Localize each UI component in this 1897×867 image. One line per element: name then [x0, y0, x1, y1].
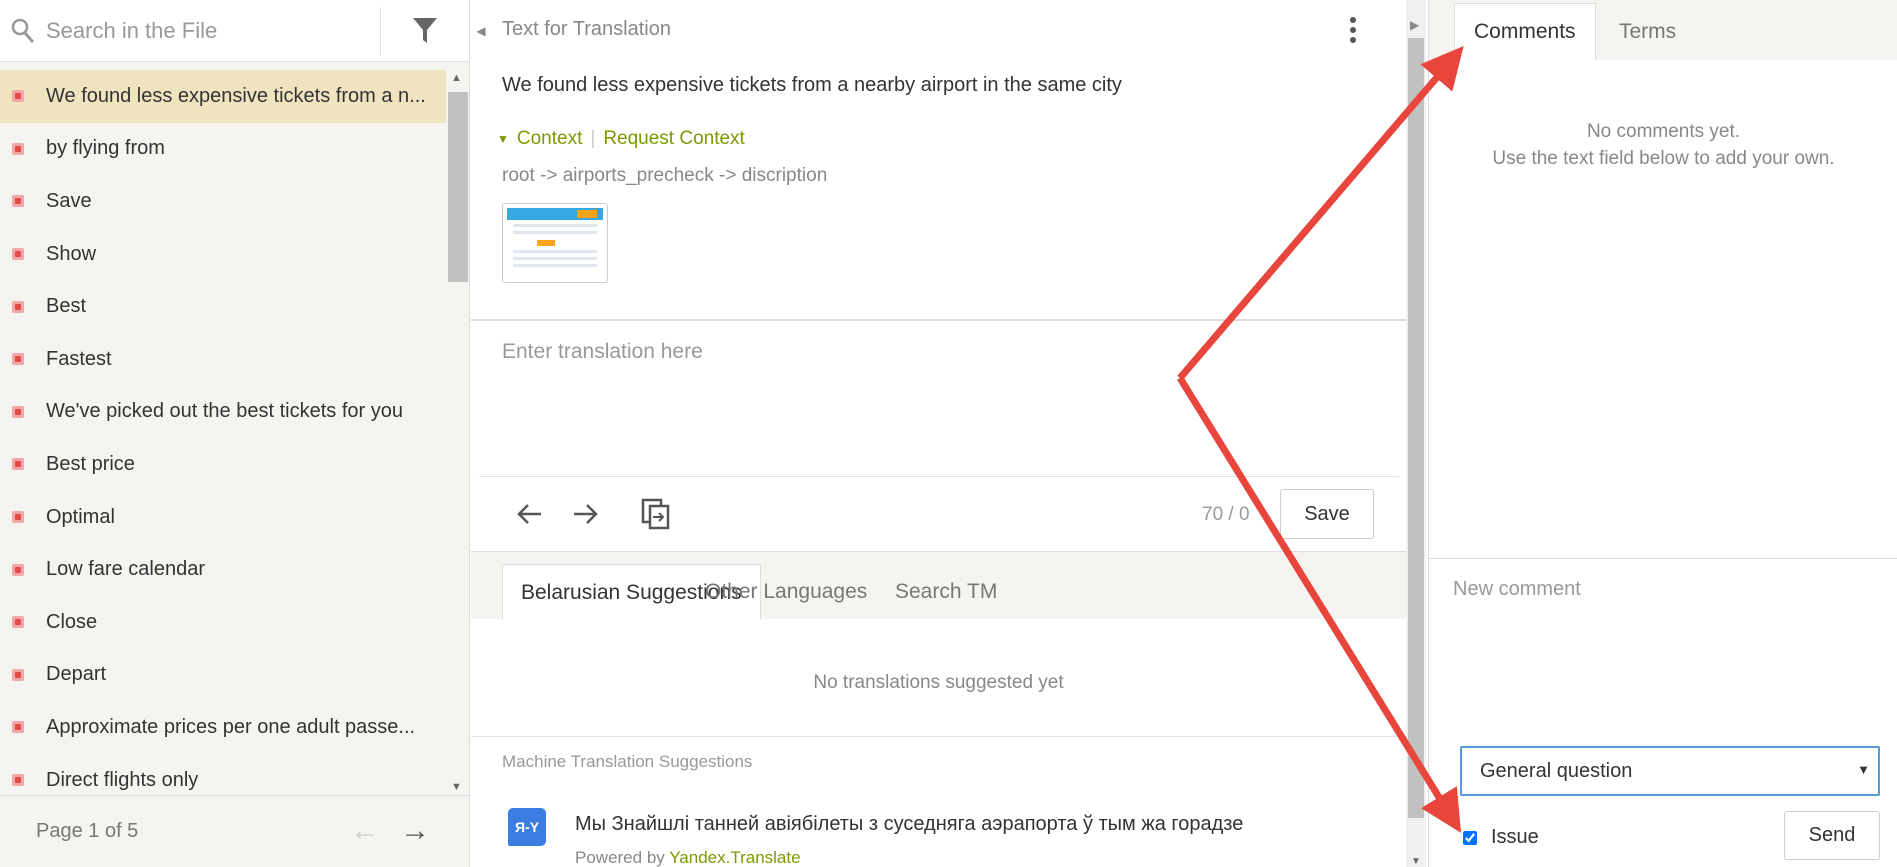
previous-string-button[interactable] — [513, 497, 547, 531]
editor-scrollbar[interactable]: ▶ ▼ — [1406, 0, 1426, 867]
next-page-button[interactable]: → — [400, 816, 430, 846]
filter-icon — [413, 17, 437, 43]
tab-terms[interactable]: Terms — [1600, 3, 1695, 60]
send-button[interactable]: Send — [1784, 811, 1880, 860]
tab-other-languages[interactable]: Other Languages — [687, 564, 885, 620]
dropdown-caret-icon: ▼ — [1857, 762, 1870, 777]
scrollbar-thumb[interactable] — [1408, 38, 1424, 818]
scrollbar-thumb[interactable] — [448, 92, 468, 282]
scroll-up-icon[interactable]: ▲ — [451, 72, 462, 84]
comments-panel: Comments Terms No comments yet. Use the … — [1428, 0, 1897, 867]
untranslated-status-icon — [12, 511, 24, 524]
comment-type-select[interactable]: General question ▼ — [1460, 746, 1880, 796]
string-list: We found less expensive tickets from a n… — [0, 70, 446, 795]
untranslated-status-icon — [12, 248, 24, 261]
mt-powered-by: Powered by Yandex.Translate — [575, 848, 801, 867]
comment-type-value: General question — [1480, 759, 1633, 782]
issue-checkbox[interactable] — [1463, 830, 1477, 845]
context-row: ▼ Context | Request Context — [497, 128, 745, 150]
untranslated-status-icon — [12, 353, 24, 366]
scroll-down-icon[interactable]: ▼ — [451, 781, 462, 793]
context-path: root -> airports_precheck -> discription — [502, 165, 828, 186]
issue-checkbox-row[interactable]: Issue — [1463, 826, 1539, 849]
mt-suggestion-text[interactable]: Мы Знайшлі танней авіябілеты з суседняга… — [575, 813, 1243, 836]
issue-label: Issue — [1491, 826, 1539, 848]
list-item[interactable]: Fastest — [0, 333, 446, 386]
separator: | — [590, 128, 596, 149]
untranslated-status-icon — [12, 563, 24, 576]
divider — [1429, 558, 1897, 559]
translation-input[interactable] — [502, 340, 1362, 460]
untranslated-status-icon — [12, 721, 24, 734]
character-count: 70 / 0 — [1202, 504, 1250, 525]
context-toggle-link[interactable]: Context — [517, 128, 582, 150]
mt-section-label: Machine Translation Suggestions — [502, 752, 753, 771]
untranslated-status-icon — [12, 774, 24, 787]
divider — [471, 736, 1406, 737]
tab-comments[interactable]: Comments — [1454, 3, 1596, 60]
search-input[interactable] — [46, 10, 380, 51]
editor-panel: ◀ Text for Translation We found less exp… — [471, 0, 1426, 867]
more-options-icon[interactable] — [1343, 14, 1363, 48]
panel-title: Text for Translation — [502, 18, 671, 40]
list-item[interactable]: Approximate prices per one adult passe..… — [0, 701, 446, 754]
list-item[interactable]: Optimal — [0, 491, 446, 544]
page-indicator: Page 1 of 5 — [36, 820, 139, 842]
yandex-translate-icon: Я-Y — [508, 808, 546, 846]
list-item[interactable]: Close — [0, 596, 446, 649]
copy-source-button[interactable] — [639, 497, 673, 531]
untranslated-status-icon — [12, 668, 24, 681]
arrow-left-icon — [517, 504, 541, 524]
yandex-translate-link[interactable]: Yandex.Translate — [669, 848, 800, 867]
list-item[interactable]: by flying from — [0, 123, 446, 176]
untranslated-status-icon — [12, 300, 24, 313]
no-comments-hint: Use the text field below to add your own… — [1492, 148, 1835, 169]
context-screenshot-thumbnail[interactable] — [502, 203, 608, 283]
copy-source-icon — [641, 498, 670, 530]
untranslated-status-icon — [12, 405, 24, 418]
untranslated-status-icon — [12, 458, 24, 471]
save-button[interactable]: Save — [1280, 489, 1374, 539]
untranslated-status-icon — [12, 195, 24, 208]
list-item[interactable]: Low fare calendar — [0, 543, 446, 596]
list-item[interactable]: Save — [0, 175, 446, 228]
list-item[interactable]: Depart — [0, 649, 446, 702]
no-comments-line: No comments yet. — [1586, 121, 1741, 142]
list-scrollbar[interactable]: ▲ ▼ — [446, 70, 468, 795]
untranslated-status-icon — [12, 90, 24, 103]
powered-by-label: Powered by — [575, 848, 665, 867]
list-item[interactable]: Best — [0, 280, 446, 333]
list-item[interactable]: Direct flights only — [0, 754, 446, 795]
file-strings-panel: We found less expensive tickets from a n… — [0, 0, 470, 867]
source-text: We found less expensive tickets from a n… — [502, 74, 1122, 96]
request-context-link[interactable]: Request Context — [603, 128, 745, 150]
search-icon — [0, 0, 46, 62]
comments-tabs: Comments Terms — [1429, 0, 1897, 60]
next-string-button[interactable] — [568, 497, 602, 531]
untranslated-status-icon — [12, 142, 24, 155]
new-comment-input[interactable] — [1453, 578, 1873, 728]
tab-search-tm[interactable]: Search TM — [877, 564, 1015, 620]
collapse-left-panel-button[interactable]: ◀ — [471, 0, 491, 62]
list-item[interactable]: Show — [0, 228, 446, 281]
pagination: Page 1 of 5 ← → — [0, 795, 470, 867]
divider — [479, 476, 1399, 477]
caret-down-icon: ▼ — [497, 132, 509, 146]
scroll-down-icon[interactable]: ▼ — [1411, 856, 1421, 867]
suggestions-tabs: Belarusian Suggestions Other Languages S… — [471, 551, 1406, 620]
no-comments-message: No comments yet. Use the text field belo… — [1429, 118, 1897, 172]
arrow-right-icon — [574, 504, 598, 524]
prev-page-button[interactable]: ← — [350, 816, 380, 846]
divider — [471, 319, 1406, 321]
list-item[interactable]: We found less expensive tickets from a n… — [0, 70, 446, 123]
search-bar — [0, 0, 469, 62]
no-suggestions-message: No translations suggested yet — [813, 672, 1064, 693]
list-item[interactable]: We've picked out the best tickets for yo… — [0, 386, 446, 439]
expand-right-panel-icon[interactable]: ▶ — [1410, 18, 1419, 32]
filter-button[interactable] — [381, 0, 469, 62]
untranslated-status-icon — [12, 616, 24, 629]
list-item[interactable]: Best price — [0, 438, 446, 491]
